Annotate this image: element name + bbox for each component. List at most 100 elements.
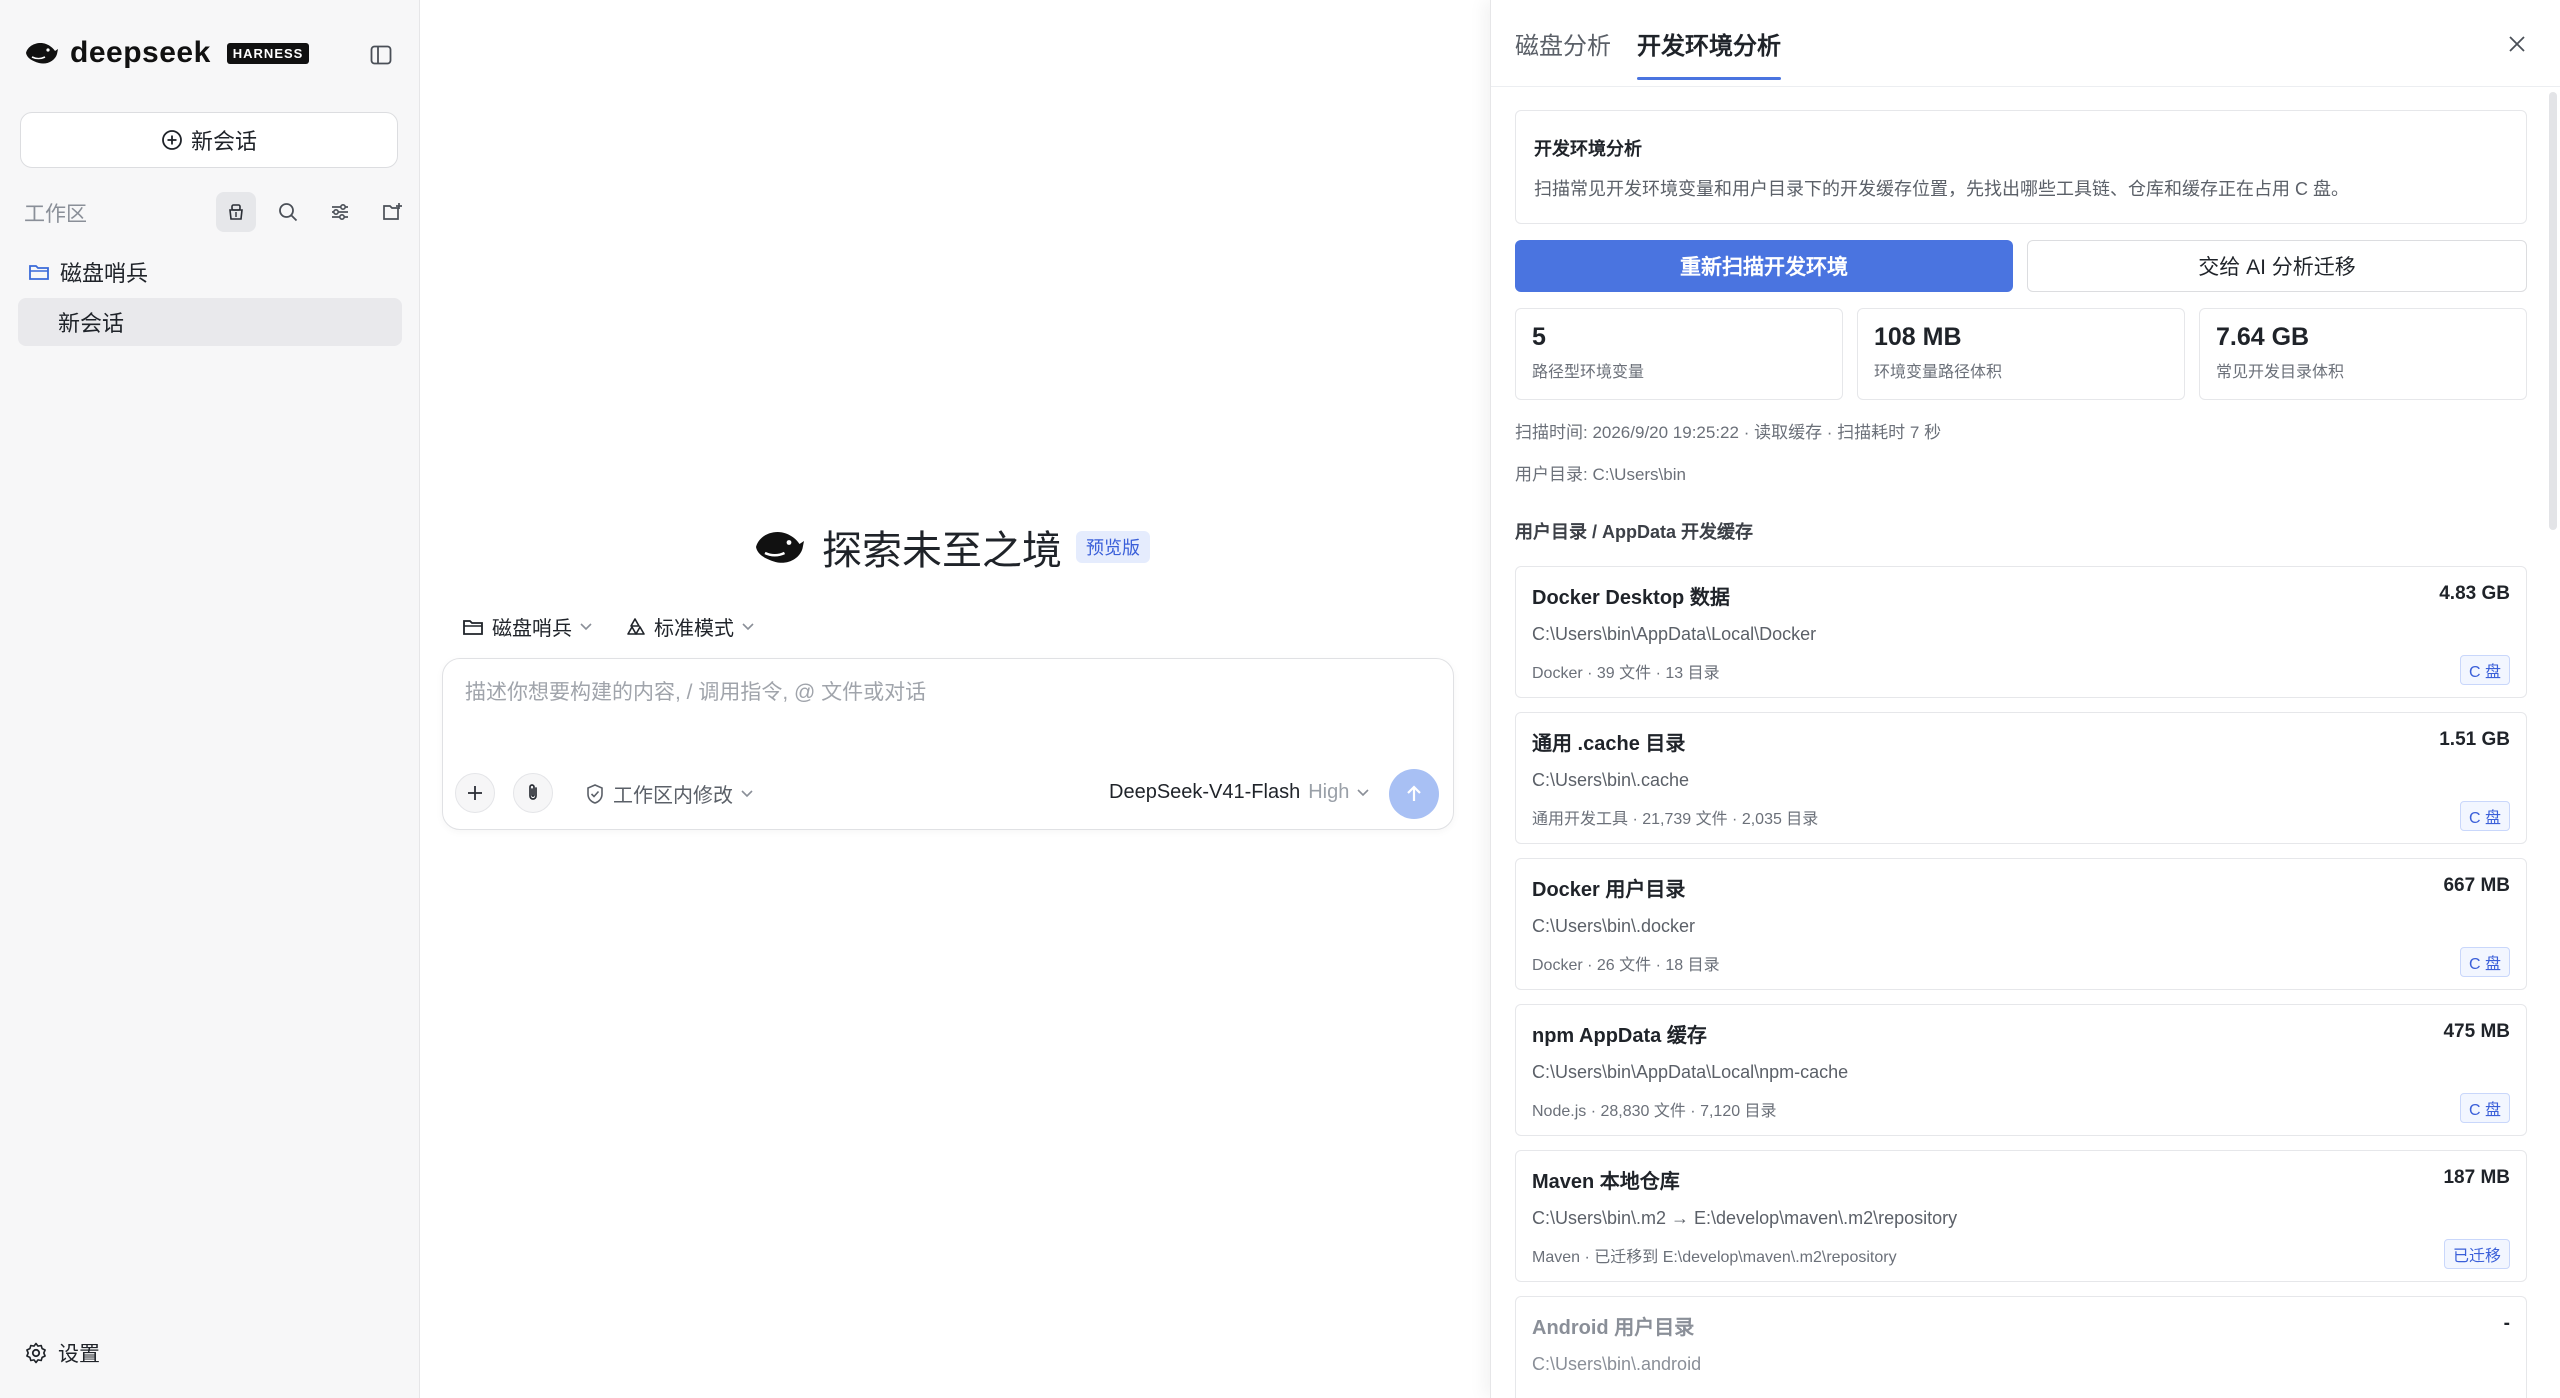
session-item[interactable]: 新会话 [18, 298, 402, 346]
cache-card[interactable]: npm AppData 缓存 475 MB C:\Users\bin\AppDa… [1515, 1004, 2527, 1136]
stat-card: 7.64 GB 常见开发目录体积 [2199, 308, 2527, 400]
new-chat-button[interactable]: 新会话 [20, 112, 398, 168]
cache-name: npm AppData 缓存 [1532, 1025, 1707, 1047]
close-icon [2509, 36, 2525, 52]
model-level: High [1308, 781, 1350, 803]
stat-card: 5 路径型环境变量 [1515, 308, 1843, 400]
cache-path: C:\Users\bin\AppData\Local\npm-cache [1532, 1062, 1849, 1082]
folder-icon [463, 619, 483, 635]
scan-info: 扫描时间: 2026/9/20 19:25:22 · 读取缓存 · 扫描耗时 7… [1515, 423, 1942, 442]
collapse-sidebar-button[interactable] [366, 40, 396, 70]
prompt-input[interactable] [465, 681, 1425, 705]
cache-card[interactable]: Docker 用户目录 667 MB C:\Users\bin\.docker … [1515, 858, 2527, 990]
whale-logo-icon [756, 532, 804, 563]
cache-path: C:\Users\bin\AppData\Local\Docker [1532, 624, 1817, 644]
workspace-label: 工作区 [24, 203, 87, 226]
stat-label: 路径型环境变量 [1532, 364, 1645, 381]
migrated-tag: 已迁移 [2443, 1239, 2510, 1269]
cache-details: Node.js · 28,830 文件 · 7,120 目录 [1532, 1103, 1777, 1120]
paperclip-icon [529, 784, 537, 800]
model-selector[interactable]: DeepSeek-V41-Flash High [1109, 781, 1369, 804]
tabs-divider [1491, 86, 2560, 87]
stat-label: 环境变量路径体积 [1874, 364, 2003, 381]
cache-card[interactable]: Maven 本地仓库 187 MB C:\Users\bin\.m2 → E:\… [1515, 1150, 2527, 1282]
add-button[interactable] [455, 773, 495, 813]
brand-name: deepseek [70, 36, 211, 69]
drive-tag: C 盘 [2459, 655, 2510, 685]
drive-tag: C 盘 [2459, 1093, 2510, 1123]
cache-details: Docker · 39 文件 · 13 目录 [1532, 665, 1720, 682]
whale-logo-icon [26, 43, 58, 64]
panel-tabs: 磁盘分析 开发环境分析 [1515, 0, 1781, 86]
stat-label: 常见开发目录体积 [2216, 364, 2345, 381]
analysis-panel: 磁盘分析 开发环境分析 开发环境分析 扫描常见开发环境变量和用户目录下的开发缓存… [1490, 0, 2560, 1398]
cache-path: C:\Users\bin\.android [1532, 1354, 1702, 1374]
hero: 探索未至之境 预览版 [752, 518, 1150, 576]
rescan-button[interactable]: 重新扫描开发环境 [1515, 240, 2013, 292]
scope-selector[interactable]: 工作区内修改 [585, 779, 753, 808]
cache-path: C:\Users\bin\.m2 → E:\develop\maven\.m2\… [1532, 1208, 1958, 1228]
mode-label: 标准模式 [654, 618, 734, 640]
panel-scrollbar[interactable] [2549, 92, 2557, 530]
chevron-down-icon [1357, 788, 1369, 796]
hero-title: 探索未至之境 [822, 529, 1062, 573]
section-title: 用户目录 / AppData 开发缓存 [1515, 522, 1754, 542]
cache-card[interactable]: Docker Desktop 数据 4.83 GB C:\Users\bin\A… [1515, 566, 2527, 698]
cache-size: 475 MB [2443, 1021, 2510, 1042]
folder-icon [29, 265, 49, 280]
sliders-icon [332, 203, 348, 221]
intro-description: 扫描常见开发环境变量和用户目录下的开发缓存位置，先找出哪些工具链、仓库和缓存正在… [1534, 179, 2349, 199]
context-folder-selector[interactable]: 磁盘哨兵 [462, 612, 592, 641]
filter-button[interactable] [320, 192, 360, 232]
sidebar: deepseek HARNESS 新会话 工作区 磁盘哨兵 新会话 设置 [0, 0, 420, 1398]
clean-button[interactable] [216, 192, 256, 232]
cache-size: 1.51 GB [2439, 729, 2510, 750]
cache-path: C:\Users\bin\.cache [1532, 770, 1690, 790]
cache-size: - [2503, 1313, 2510, 1334]
stat-value: 5 [1532, 323, 1546, 351]
context-row: 磁盘哨兵 标准模式 [462, 612, 754, 641]
cache-card[interactable]: 通用 .cache 目录 1.51 GB C:\Users\bin\.cache… [1515, 712, 2527, 844]
send-button[interactable] [1389, 769, 1439, 819]
brand-badge: HARNESS [226, 42, 310, 64]
scope-label: 工作区内修改 [613, 785, 733, 807]
plus-icon [468, 786, 482, 800]
intro-title: 开发环境分析 [1534, 139, 1642, 159]
broom-icon [229, 204, 243, 220]
plus-circle-icon [162, 130, 182, 150]
new-folder-button[interactable] [372, 192, 412, 232]
cache-path: C:\Users\bin\.docker [1532, 916, 1696, 936]
workspace-folder[interactable]: 磁盘哨兵 [28, 256, 148, 288]
user-directory: 用户目录: C:\Users\bin [1515, 465, 1686, 484]
arrow-up-icon [1407, 785, 1421, 801]
search-button[interactable] [268, 192, 308, 232]
attach-button[interactable] [513, 773, 553, 813]
cache-size: 667 MB [2443, 875, 2510, 896]
tab-dev-env-analysis[interactable]: 开发环境分析 [1637, 0, 1781, 86]
tab-disk-analysis[interactable]: 磁盘分析 [1515, 0, 1611, 86]
settings-button[interactable]: 设置 [24, 1338, 100, 1368]
brand: deepseek HARNESS [24, 36, 310, 70]
ai-migrate-button[interactable]: 交给 AI 分析迁移 [2027, 240, 2527, 292]
stat-card: 108 MB 环境变量路径体积 [1857, 308, 2185, 400]
cache-details: Maven · 已迁移到 E:\develop\maven\.m2\reposi… [1532, 1249, 1897, 1266]
recycle-icon [627, 617, 645, 635]
chevron-down-icon [741, 789, 753, 797]
drive-tag: C 盘 [2459, 947, 2510, 977]
session-label: 新会话 [58, 311, 125, 336]
composer: 工作区内修改 DeepSeek-V41-Flash High [442, 658, 1454, 830]
search-icon [279, 203, 298, 222]
close-panel-button[interactable] [2501, 28, 2533, 60]
intro-card: 开发环境分析 扫描常见开发环境变量和用户目录下的开发缓存位置，先找出哪些工具链、… [1515, 110, 2527, 224]
cache-card[interactable]: Android 用户目录 - C:\Users\bin\.android [1515, 1296, 2527, 1398]
model-name: DeepSeek-V41-Flash [1109, 781, 1301, 803]
cache-name: Docker 用户目录 [1532, 879, 1686, 901]
stat-value: 7.64 GB [2216, 323, 2310, 351]
cache-size: 187 MB [2443, 1167, 2510, 1188]
new-chat-label: 新会话 [190, 129, 257, 154]
shield-check-icon [587, 783, 603, 804]
folder-plus-icon [383, 203, 402, 220]
mode-selector[interactable]: 标准模式 [624, 612, 754, 641]
chevron-down-icon [580, 622, 592, 630]
workspace-folder-label: 磁盘哨兵 [60, 261, 149, 286]
